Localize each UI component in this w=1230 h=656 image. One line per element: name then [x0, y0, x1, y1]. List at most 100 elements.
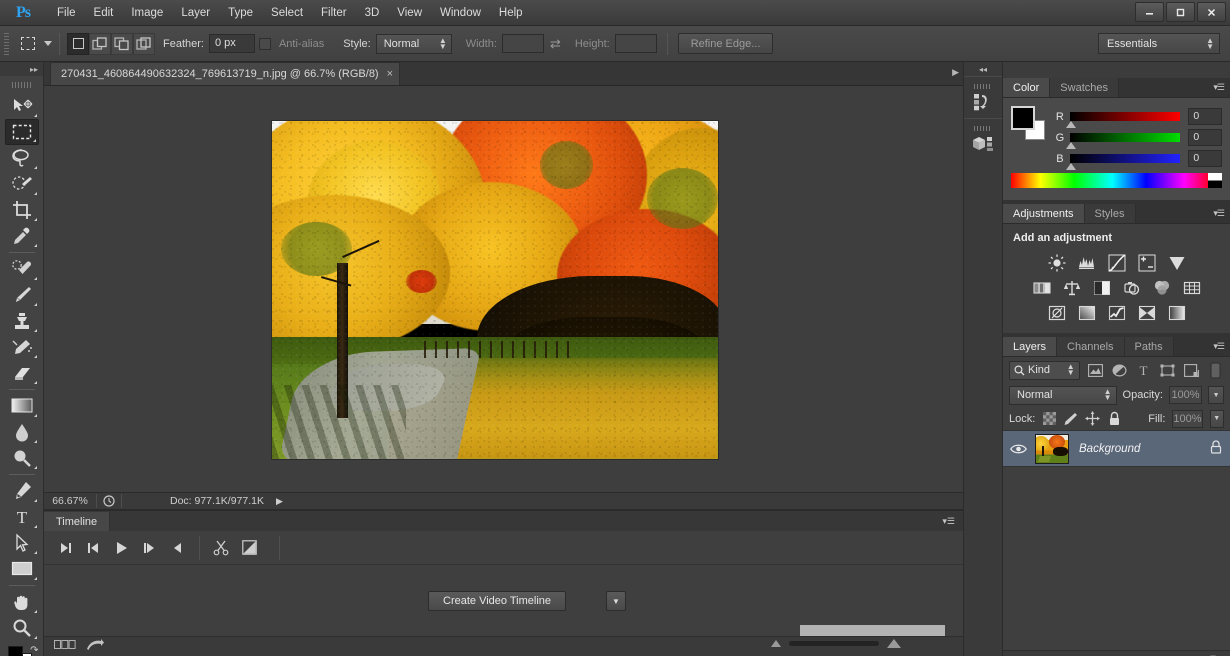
menu-file[interactable]: File: [48, 2, 85, 24]
dock-collapse-button[interactable]: ◂◂: [964, 62, 1002, 76]
tab-layers[interactable]: Layers: [1003, 337, 1058, 356]
exposure-icon[interactable]: [1137, 253, 1156, 272]
menu-select[interactable]: Select: [262, 2, 312, 24]
pen-tool[interactable]: [5, 478, 39, 504]
hand-tool[interactable]: [5, 589, 39, 615]
fill-dropdown-icon[interactable]: ▼: [1209, 409, 1224, 428]
add-to-selection-button[interactable]: [89, 32, 111, 55]
levels-icon[interactable]: [1077, 253, 1096, 272]
create-timeline-dropdown-button[interactable]: ▼: [606, 591, 626, 611]
slider-thumb[interactable]: [1065, 121, 1076, 128]
layer-lock-icon[interactable]: [1210, 440, 1222, 457]
blur-tool[interactable]: [5, 419, 39, 445]
toolbar-grip[interactable]: [11, 79, 32, 91]
foreground-color-swatch[interactable]: [7, 646, 23, 656]
color-swatches[interactable]: ↷: [5, 645, 39, 656]
blue-slider[interactable]: [1065, 154, 1181, 170]
dodge-tool[interactable]: [5, 445, 39, 471]
tab-timeline[interactable]: Timeline: [44, 512, 111, 531]
blend-mode-select[interactable]: Normal ▲ ▼: [1009, 385, 1117, 405]
rectangular-marquee-tool[interactable]: [4, 119, 39, 145]
red-value[interactable]: 0: [1188, 108, 1222, 125]
zoom-level[interactable]: 66.67%: [44, 495, 96, 507]
layer-visibility-eye-icon[interactable]: [1007, 443, 1029, 455]
tab-styles[interactable]: Styles: [1084, 204, 1136, 223]
layers-panel-menu-icon[interactable]: ▾☰: [1213, 341, 1225, 352]
layer-row-background[interactable]: Background: [1003, 431, 1230, 467]
document-tab[interactable]: 270431_460864490632324_769613719_n.jpg @…: [50, 62, 401, 85]
foreground-color-swatch[interactable]: [1011, 106, 1035, 130]
lasso-tool[interactable]: [5, 145, 39, 171]
slider-thumb[interactable]: [1065, 142, 1076, 149]
adjustments-panel-menu-icon[interactable]: ▾☰: [1213, 208, 1225, 219]
subtract-from-selection-button[interactable]: [111, 32, 133, 55]
type-tool[interactable]: T: [5, 504, 39, 530]
canvas-area[interactable]: [44, 86, 963, 492]
menu-help[interactable]: Help: [490, 2, 532, 24]
lock-all-icon[interactable]: [1107, 410, 1121, 428]
rectangle-tool[interactable]: [5, 556, 39, 582]
zoom-tool[interactable]: [5, 615, 39, 641]
tool-preset-chevron-down-icon[interactable]: [44, 41, 52, 46]
play-button[interactable]: [108, 535, 136, 561]
split-at-playhead-button[interactable]: [207, 535, 235, 561]
new-selection-button[interactable]: [67, 32, 89, 55]
render-video-icon[interactable]: [86, 639, 104, 654]
create-video-timeline-button[interactable]: Create Video Timeline: [428, 591, 567, 611]
crop-tool[interactable]: [5, 197, 39, 223]
menu-edit[interactable]: Edit: [85, 2, 123, 24]
tab-color[interactable]: Color: [1003, 78, 1051, 97]
height-input[interactable]: [614, 34, 657, 53]
refine-edge-button[interactable]: Refine Edge...: [677, 33, 774, 54]
3d-panel-icon[interactable]: [964, 118, 1002, 160]
close-icon[interactable]: ×: [387, 68, 393, 80]
status-menu-arrow-icon[interactable]: ▶: [276, 496, 283, 507]
intersect-selection-button[interactable]: [133, 32, 155, 55]
selective-color-icon[interactable]: [1137, 303, 1156, 322]
zoom-in-icon[interactable]: [887, 639, 901, 648]
lock-position-icon[interactable]: [1085, 410, 1100, 428]
previous-frame-button[interactable]: [80, 535, 108, 561]
tab-channels[interactable]: Channels: [1057, 337, 1125, 356]
black-white-icon[interactable]: [1092, 278, 1111, 297]
feather-input[interactable]: 0 px: [208, 34, 255, 53]
green-value[interactable]: 0: [1188, 129, 1222, 146]
hue-saturation-icon[interactable]: [1032, 278, 1051, 297]
frame-view-icon[interactable]: [54, 640, 76, 653]
gradient-tool[interactable]: [5, 393, 39, 419]
opacity-value[interactable]: 100%: [1168, 386, 1203, 404]
vibrance-icon[interactable]: [1167, 253, 1186, 272]
move-tool[interactable]: [5, 93, 39, 119]
go-to-first-frame-button[interactable]: [52, 535, 80, 561]
filter-type-icon[interactable]: T: [1135, 361, 1152, 379]
slider-thumb[interactable]: [1065, 163, 1076, 170]
gradient-map-icon[interactable]: [1167, 303, 1186, 322]
color-lookup-icon[interactable]: [1182, 278, 1201, 297]
document-image[interactable]: [272, 121, 718, 459]
style-select[interactable]: Normal ▲ ▼: [375, 33, 452, 54]
invert-icon[interactable]: [1047, 303, 1066, 322]
menu-3d[interactable]: 3D: [356, 2, 389, 24]
color-spectrum-ramp[interactable]: [1011, 173, 1222, 188]
lock-image-pixels-icon[interactable]: [1063, 410, 1078, 428]
tab-swatches[interactable]: Swatches: [1050, 78, 1119, 97]
filter-shape-icon[interactable]: [1159, 361, 1176, 379]
zoom-out-icon[interactable]: [771, 640, 781, 647]
workspace-select[interactable]: Essentials ▲ ▼: [1098, 33, 1220, 54]
red-slider[interactable]: [1065, 112, 1181, 128]
filter-pixel-icon[interactable]: [1087, 361, 1104, 379]
filter-kind-select[interactable]: Kind ▲ ▼: [1009, 360, 1080, 380]
brightness-contrast-icon[interactable]: [1047, 253, 1066, 272]
brush-tool[interactable]: [5, 282, 39, 308]
tab-adjustments[interactable]: Adjustments: [1003, 204, 1085, 223]
close-button[interactable]: [1197, 2, 1226, 22]
options-bar-grip[interactable]: [4, 32, 9, 55]
minimize-button[interactable]: [1135, 2, 1164, 22]
layers-list[interactable]: Background: [1003, 431, 1230, 627]
channel-mixer-icon[interactable]: [1152, 278, 1171, 297]
quick-selection-tool[interactable]: [5, 171, 39, 197]
posterize-icon[interactable]: [1077, 303, 1096, 322]
path-selection-tool[interactable]: [5, 530, 39, 556]
swap-dimensions-icon[interactable]: ⇄: [550, 36, 561, 52]
swap-colors-icon[interactable]: ↷: [30, 645, 38, 656]
